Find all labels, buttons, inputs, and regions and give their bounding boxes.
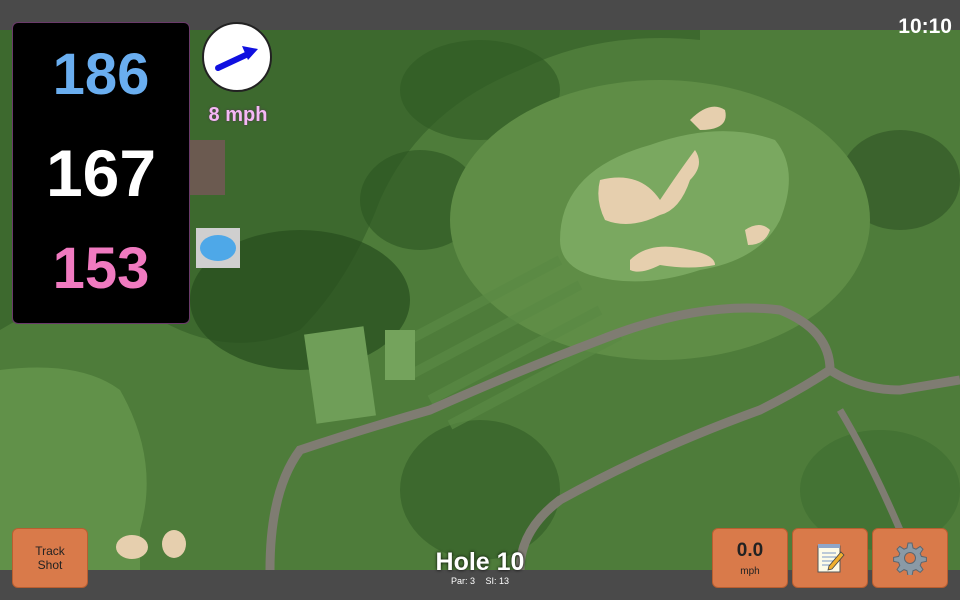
front-distance: 153 bbox=[52, 236, 150, 301]
wind-speed: 8 mph bbox=[208, 104, 268, 126]
hole-meta: Par: 3 SI: 13 bbox=[380, 576, 580, 586]
speed-unit: mph bbox=[740, 565, 760, 577]
middle-distance: 167 bbox=[45, 136, 157, 210]
track-shot-label-line1: Track bbox=[35, 544, 65, 558]
speed-value: 0.0 bbox=[736, 539, 764, 561]
clock: 10:10 bbox=[898, 15, 952, 38]
wind-arrow-icon bbox=[215, 46, 258, 71]
gear-icon bbox=[893, 542, 927, 575]
settings-button[interactable] bbox=[872, 528, 948, 588]
notepad-icon bbox=[817, 544, 845, 573]
hole-info: Hole 10 Par: 3 SI: 13 bbox=[380, 548, 580, 586]
hole-title: Hole 10 bbox=[435, 548, 525, 576]
hole-stroke-index: SI: 13 bbox=[485, 576, 510, 586]
notes-button[interactable] bbox=[792, 528, 868, 588]
speed-button[interactable]: 0.0 mph bbox=[712, 528, 788, 588]
track-shot-button[interactable]: Track Shot bbox=[12, 528, 88, 588]
distance-panel: 186 167 153 bbox=[12, 22, 190, 324]
hole-par: Par: 3 bbox=[450, 576, 475, 586]
wind-direction-indicator bbox=[202, 22, 272, 92]
track-shot-label-line2: Shot bbox=[37, 558, 63, 572]
back-distance: 186 bbox=[52, 42, 150, 107]
